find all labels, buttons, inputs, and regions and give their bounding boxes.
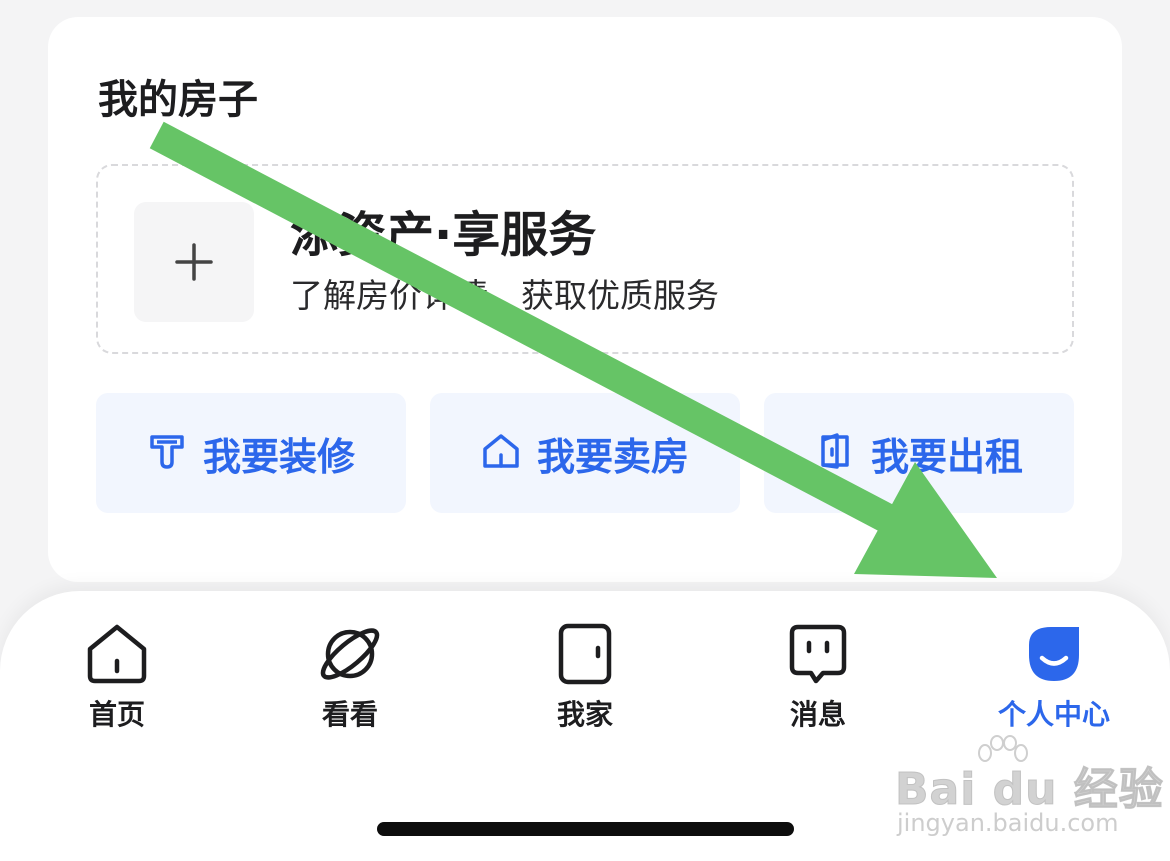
- tab-messages[interactable]: 消息: [738, 621, 898, 733]
- add-asset-subtitle: 了解房价详情，获取优质服务: [290, 276, 719, 315]
- renovate-icon: [147, 431, 187, 475]
- profile-smile-icon: [1021, 621, 1087, 687]
- section-title: 我的房子: [98, 77, 258, 123]
- renovate-label: 我要装修: [202, 434, 355, 479]
- watermark-url: jingyan.baidu.com: [897, 809, 1119, 837]
- tab-discover[interactable]: 看看: [270, 621, 430, 733]
- rent-out-button[interactable]: 我要出租: [764, 393, 1074, 513]
- tab-home[interactable]: 首页: [37, 621, 197, 733]
- action-buttons: 我要装修 我要卖房 我要出租: [96, 393, 1074, 513]
- tab-my-home-label: 我家: [556, 698, 613, 731]
- planet-icon: [317, 621, 383, 687]
- house-icon: [481, 431, 521, 475]
- baidu-watermark: Bai du 经验 jingyan.baidu.com: [895, 735, 1163, 847]
- add-asset-title: 添资产·享服务: [290, 207, 597, 263]
- home-icon: [84, 621, 150, 687]
- watermark-brand: Bai du 经验: [895, 764, 1164, 816]
- tab-home-label: 首页: [88, 698, 145, 731]
- door-icon: [552, 621, 618, 687]
- door-open-icon: [815, 431, 855, 475]
- tab-my-home[interactable]: 我家: [505, 621, 665, 733]
- sell-house-button[interactable]: 我要卖房: [430, 393, 740, 513]
- tab-profile[interactable]: 个人中心: [974, 621, 1134, 733]
- home-indicator: [377, 822, 794, 836]
- tab-messages-label: 消息: [789, 698, 846, 731]
- tab-discover-label: 看看: [321, 698, 378, 731]
- sell-house-label: 我要卖房: [536, 434, 689, 479]
- rent-out-label: 我要出租: [870, 434, 1023, 479]
- message-icon: [785, 621, 851, 687]
- my-house-card: 我的房子 添资产·享服务 了解房价详情，获取优质服务 我要装修 我要卖房 我要出…: [48, 17, 1122, 582]
- renovate-button[interactable]: 我要装修: [96, 393, 406, 513]
- tab-profile-label: 个人中心: [997, 698, 1110, 731]
- plus-icon: [134, 202, 254, 322]
- add-asset-button[interactable]: 添资产·享服务 了解房价详情，获取优质服务: [96, 164, 1074, 354]
